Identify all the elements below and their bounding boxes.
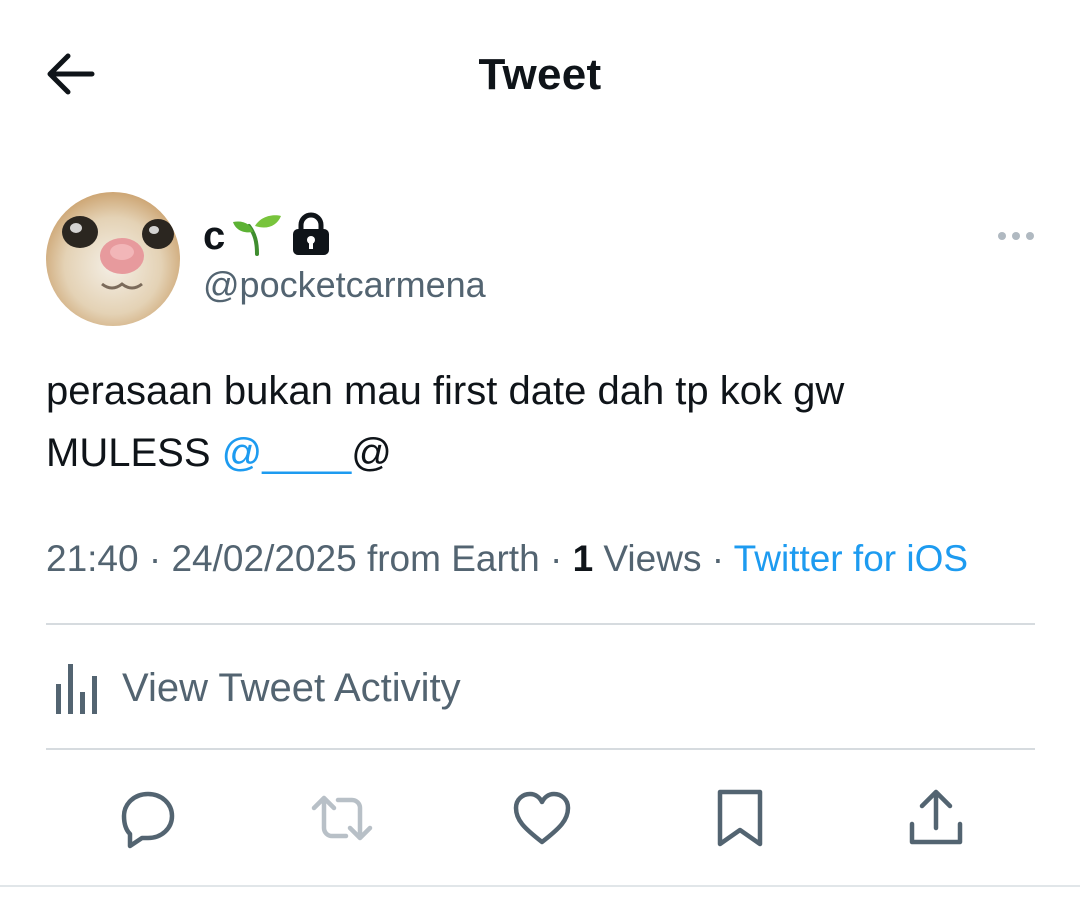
bookmark-button[interactable] [708,786,772,850]
more-options-button[interactable] [996,226,1036,246]
reply-button[interactable] [116,786,180,850]
author-name[interactable]: c [203,214,225,259]
meta-separator: · [701,538,734,579]
cat-avatar-image [46,192,180,326]
lock-icon [289,211,333,262]
tweet-source-link[interactable]: Twitter for iOS [734,538,968,579]
bookmark-icon [717,789,763,847]
sprout-emoji [231,212,283,261]
views-label: Views [593,538,702,579]
author-name-row[interactable]: c [203,210,333,262]
view-tweet-activity-button[interactable]: View Tweet Activity [52,656,461,720]
divider [46,623,1035,625]
tweet-text: perasaan bukan mau first date dah tp kok… [46,360,1036,484]
tweet-text-line-1: perasaan bukan mau first date dah tp kok… [46,369,845,413]
tweet-date[interactable]: 24/02/2025 [171,538,356,579]
divider [46,748,1035,750]
meta-separator: · [539,538,573,579]
retweet-icon [311,795,373,841]
mention-link[interactable]: @____ [222,431,352,475]
page-title: Tweet [478,50,602,99]
heart-icon [513,791,571,845]
share-icon [909,789,963,845]
meta-separator: · [138,538,172,579]
views-count: 1 [572,538,594,579]
tweet-text-line-2: MULESS @____@ [46,422,1036,484]
tweet-text-suffix: @ [351,431,392,475]
tweet-time[interactable]: 21:40 [46,538,139,579]
share-button[interactable] [904,786,968,850]
tweet-text-prefix: MULESS [46,431,222,475]
like-button[interactable] [510,786,574,850]
bottom-divider [0,885,1080,887]
more-horizontal-icon [998,232,1034,240]
tweet-meta: 21:40 · 24/02/2025 from Earth · 1 Views … [46,538,1046,580]
analytics-icon [56,664,97,714]
top-bar: Tweet [0,0,1080,150]
author-handle[interactable]: @pocketcarmena [203,264,486,306]
reply-icon [121,791,175,849]
tweet-actions-bar [0,786,1080,856]
tweet-location: from Earth [356,538,540,579]
view-tweet-activity-label: View Tweet Activity [122,665,461,710]
avatar[interactable] [46,192,180,326]
retweet-button[interactable] [310,786,374,850]
